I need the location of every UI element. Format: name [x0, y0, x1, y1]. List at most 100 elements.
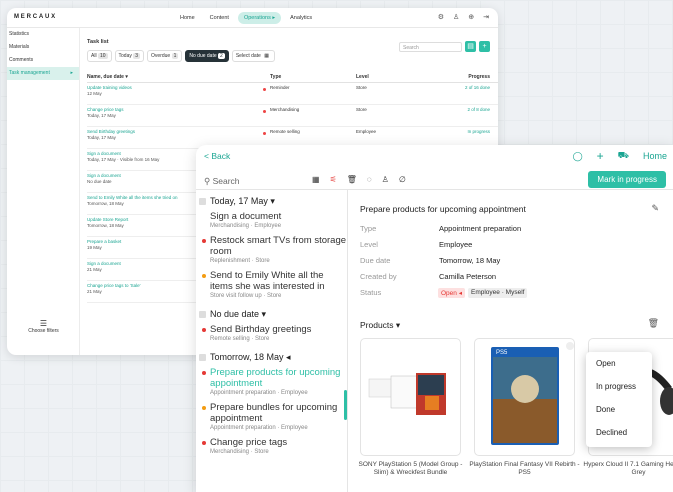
item-title: Prepare products for upcoming appointmen…: [210, 367, 341, 389]
task-cell: Change price tags Today, 17 May: [87, 107, 270, 126]
main-nav: Home Content Operations ▸ Analytics: [174, 12, 318, 24]
field-label: Status: [360, 288, 382, 297]
product-name: SONY PlayStation 5 (Model Group - Slim) …: [358, 461, 463, 476]
nav-operations[interactable]: Operations ▸: [237, 12, 282, 24]
product-name: PlayStation Final Fantasy VII Rebirth - …: [469, 461, 580, 476]
table-header: Name, due date ▾ Type Level Progress: [87, 71, 498, 83]
plus-icon[interactable]: +: [479, 41, 490, 52]
trash-icon[interactable]: 🗑: [347, 175, 357, 184]
priority-dot: [202, 274, 206, 278]
chip-no-due-date[interactable]: No due date 2: [185, 50, 229, 62]
gear-icon[interactable]: ⚙: [438, 13, 444, 21]
field-value: Employee: [439, 240, 473, 249]
table-actions: ▤ +: [465, 41, 490, 52]
level-cell: Store: [356, 85, 367, 90]
col-progress: Progress: [468, 74, 490, 80]
list-item[interactable]: Send Birthday greetings Remote selling · …: [196, 324, 347, 344]
col-name[interactable]: Name, due date ▾: [87, 74, 270, 82]
product-card[interactable]: PS5: [474, 338, 575, 456]
back-button[interactable]: < Back: [204, 151, 230, 161]
detail-title: Prepare products for upcoming appointmen…: [360, 204, 526, 214]
menu-item-declined[interactable]: Declined: [586, 421, 652, 444]
chip-today[interactable]: Today 3: [114, 50, 145, 62]
product-name: Hyperx Cloud II 7.1 Gaming Headset - Gre…: [583, 461, 673, 476]
scrollbar[interactable]: [344, 390, 347, 420]
field-label: Due date: [360, 256, 391, 265]
list-item[interactable]: Change price tags Merchandising · Store: [196, 437, 347, 457]
field-value: Camilla Peterson: [439, 272, 497, 281]
priority-dot: [202, 406, 206, 410]
logout-icon[interactable]: ⇥: [483, 13, 489, 21]
item-title: Change price tags: [210, 437, 288, 448]
priority-dot: [202, 239, 206, 243]
item-subtitle: Merchandising · Employee: [210, 223, 282, 229]
globe-icon[interactable]: ⊕: [468, 13, 474, 21]
calendar-icon[interactable]: ▦: [312, 175, 320, 184]
item-title: Sign a document: [210, 211, 282, 222]
edit-icon[interactable]: ✎: [651, 203, 659, 214]
trash-icon[interactable]: 🗑: [648, 318, 659, 329]
choose-filters-label: Choose filters: [28, 328, 59, 334]
chevron-right-icon: ▸: [70, 70, 73, 76]
cart-icon[interactable]: ⛟: [618, 150, 629, 162]
menu-item-done[interactable]: Done: [586, 398, 652, 421]
attach-icon[interactable]: ∅: [399, 175, 406, 184]
group-header[interactable]: Today, 17 May ▾: [196, 192, 347, 211]
nav-home[interactable]: Home: [174, 12, 201, 24]
list-item[interactable]: Restock smart TVs from storage room Reple…: [196, 235, 347, 266]
filter-icon[interactable]: ⚟: [330, 175, 337, 184]
mark-in-progress-button[interactable]: Mark in progress: [588, 171, 666, 188]
chip-select-date[interactable]: Select date ▦: [231, 50, 275, 62]
task-list-panel: Today, 17 May ▾ Sign a document Merchandis…: [196, 189, 348, 492]
list-item[interactable]: Prepare bundles for upcoming appointment…: [196, 402, 347, 433]
priority-dot: [263, 110, 266, 113]
search-icon: ⚲: [204, 176, 213, 186]
product-card[interactable]: [360, 338, 461, 456]
type-cell: Merchandising: [270, 107, 300, 112]
nav-analytics[interactable]: Analytics: [284, 12, 318, 24]
group-header[interactable]: No due date ▾: [196, 305, 347, 324]
status-badge[interactable]: Open ◂: [438, 288, 465, 298]
list-item[interactable]: Sign a document Merchandising · Employee: [196, 211, 347, 231]
chip-overdue[interactable]: Overdue 1: [147, 50, 183, 62]
list-item[interactable]: Prepare products for upcoming appointmen…: [196, 367, 347, 398]
item-title: Send to Emily White all the items she wa…: [210, 270, 325, 292]
sidebar-item-label: Task management: [9, 70, 50, 76]
menu-item-in-progress[interactable]: In progress: [586, 375, 652, 398]
plus-icon[interactable]: +: [597, 149, 604, 163]
group-header[interactable]: Tomorrow, 18 May ◂: [196, 348, 347, 367]
ff7-box-image: PS5: [491, 342, 574, 445]
list-item[interactable]: Send to Emily White all the items she wa…: [196, 270, 347, 301]
menu-item-open[interactable]: Open: [586, 352, 652, 375]
status-dropdown-menu: Open In progress Done Declined: [586, 352, 652, 447]
task-date: 12 May: [87, 91, 102, 96]
user-icon[interactable]: ♙: [382, 175, 389, 184]
item-title: Restock smart TVs from storage room: [210, 235, 347, 257]
field-value: Appointment preparation: [439, 224, 522, 233]
field-label: Type: [360, 224, 377, 233]
filter-icon: ☰: [39, 319, 48, 328]
sidebar-item-task-management[interactable]: ▸ Task management: [7, 67, 79, 80]
sidebar-item-statistics[interactable]: Statistics: [7, 28, 79, 41]
assignee-badge: Employee · Myself: [467, 288, 528, 298]
nav-content[interactable]: Content: [204, 12, 235, 24]
search-input[interactable]: ⚲ Search: [204, 176, 240, 187]
sidebar-item-materials[interactable]: Materials: [7, 41, 79, 54]
user-icon[interactable]: ♙: [453, 13, 459, 21]
item-subtitle: Store visit follow up · Store: [210, 293, 282, 299]
table-row[interactable]: Update training videos 12 May Reminder Stor…: [87, 83, 498, 105]
table-row[interactable]: Change price tags Today, 17 May Merchandis…: [87, 105, 498, 127]
home-link[interactable]: Home: [643, 151, 667, 161]
chat-icon[interactable]: ◯: [573, 151, 583, 162]
task-date: Today, 17 May: [87, 113, 116, 118]
choose-filters-button[interactable]: ☰ Choose filters: [7, 316, 80, 337]
comment-icon[interactable]: ◌: [367, 175, 372, 184]
svg-text:PS5: PS5: [496, 350, 508, 356]
search-input[interactable]: Search: [399, 42, 462, 52]
item-subtitle: Merchandising · Store: [210, 449, 269, 455]
task-cell: Update training videos 12 May: [87, 85, 270, 104]
products-toggle[interactable]: Products ▾: [360, 320, 400, 331]
sidebar-item-comments[interactable]: Comments: [7, 54, 79, 67]
chip-all[interactable]: All 10: [87, 50, 112, 62]
calendar-icon[interactable]: ▤: [465, 41, 476, 52]
